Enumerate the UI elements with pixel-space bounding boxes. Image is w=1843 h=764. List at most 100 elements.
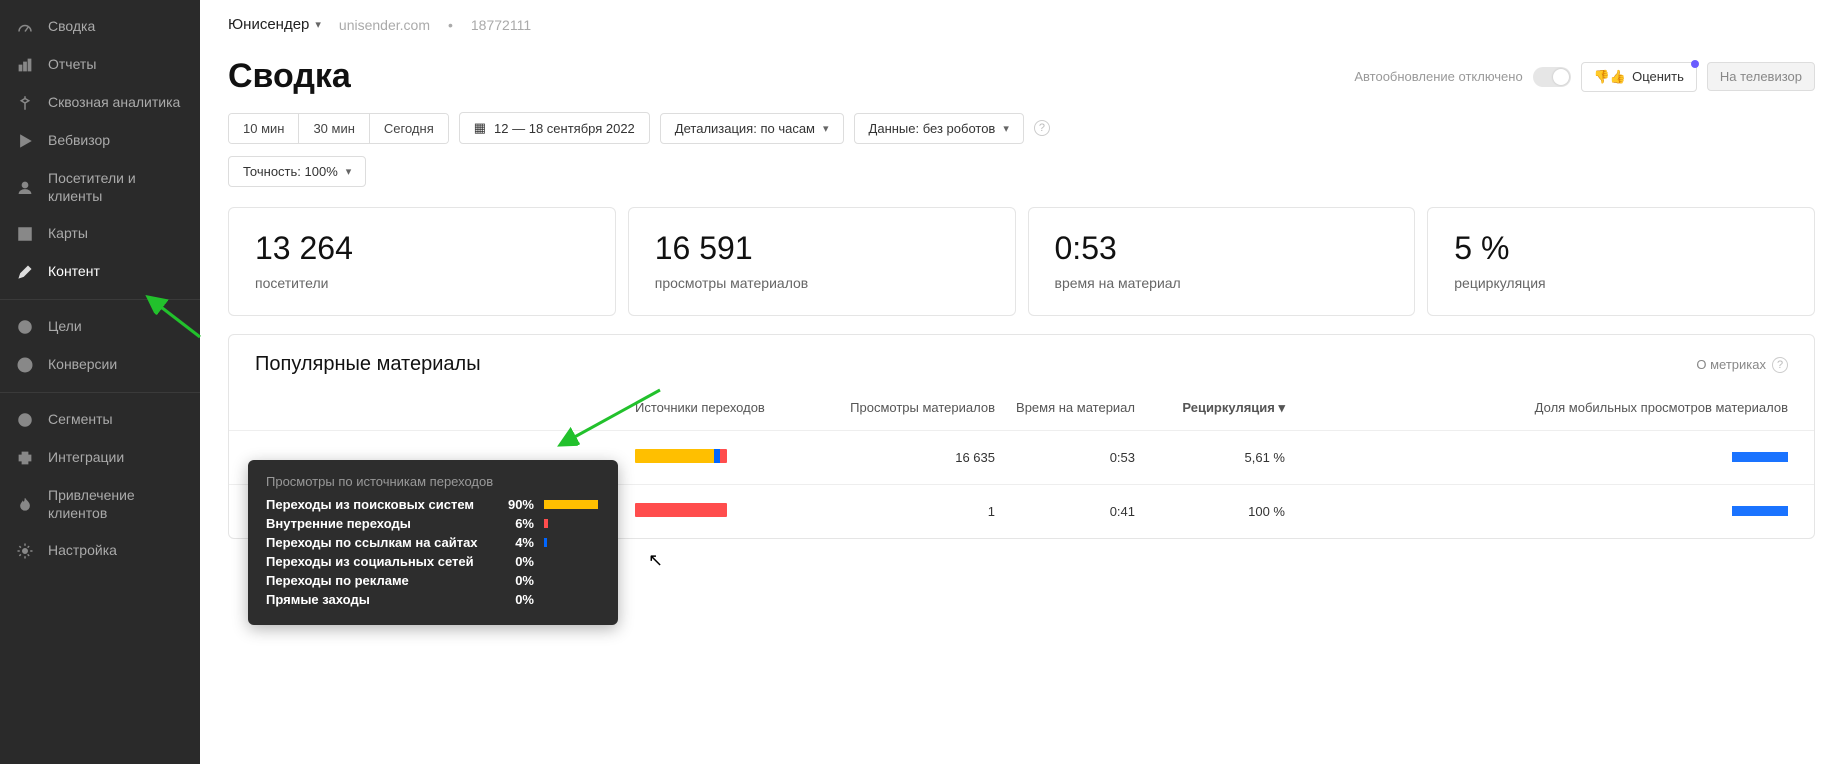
tooltip-percent: 6% xyxy=(498,516,534,531)
sidebar-item-label: Отчеты xyxy=(48,56,96,74)
tooltip-bar xyxy=(544,595,600,604)
mobile-bar xyxy=(1732,452,1788,462)
pencil-icon xyxy=(16,263,34,281)
puzzle-icon xyxy=(16,449,34,467)
col-mobile[interactable]: Доля мобильных просмотров материалов xyxy=(1508,400,1788,416)
range-30min[interactable]: 30 мин xyxy=(299,114,369,143)
funnel-icon xyxy=(16,94,34,112)
tooltip-bar xyxy=(544,576,600,585)
top-bar: Юнисендер ▾ unisender.com • 18772111 xyxy=(200,0,1843,33)
range-today[interactable]: Сегодня xyxy=(370,114,448,143)
date-range-picker[interactable]: ▦ 12 — 18 сентября 2022 xyxy=(459,112,650,144)
sidebar-item-segments[interactable]: Сегменты xyxy=(0,401,200,439)
sidebar-item-reports[interactable]: Отчеты xyxy=(0,46,200,84)
metric-value: 0:53 xyxy=(1055,230,1389,267)
title-bar: Сводка Автообновление отключено 👎👍 Оцени… xyxy=(200,33,1843,108)
metric-views[interactable]: 16 591 просмотры материалов xyxy=(628,207,1016,316)
play-icon xyxy=(16,132,34,150)
cell-mobile xyxy=(1508,450,1788,465)
metric-value: 13 264 xyxy=(255,230,589,267)
title-controls: Автообновление отключено 👎👍 Оценить На т… xyxy=(1354,62,1815,92)
sources-tooltip: Просмотры по источникам переходов Перехо… xyxy=(248,460,618,625)
sidebar-item-content[interactable]: Контент xyxy=(0,253,200,291)
tooltip-percent: 0% xyxy=(498,592,534,607)
sources-bar xyxy=(635,503,727,517)
tooltip-bar xyxy=(544,500,600,509)
sidebar-item-acquisition[interactable]: Привлечение клиентов xyxy=(0,477,200,532)
range-10min[interactable]: 10 мин xyxy=(229,114,299,143)
sidebar-item-visitors[interactable]: Посетители и клиенты xyxy=(0,160,200,215)
cell-recirc: 5,61 % xyxy=(1135,450,1285,465)
cell-views: 16 635 xyxy=(835,450,995,465)
sidebar-item-label: Интеграции xyxy=(48,449,124,467)
col-time[interactable]: Время на материал xyxy=(995,400,1135,416)
rate-button[interactable]: 👎👍 Оценить xyxy=(1581,62,1697,92)
sidebar-item-analytics[interactable]: Сквозная аналитика xyxy=(0,84,200,122)
notification-dot xyxy=(1691,60,1699,68)
tooltip-row: Переходы по рекламе0% xyxy=(266,573,600,588)
bar-chart-icon xyxy=(16,56,34,74)
thumbs-icon: 👎👍 xyxy=(1594,69,1626,85)
bullet: • xyxy=(448,17,453,33)
tooltip-bar xyxy=(544,519,600,528)
gear-icon xyxy=(16,542,34,560)
tooltip-title: Просмотры по источникам переходов xyxy=(266,474,600,489)
metric-value: 5 % xyxy=(1454,230,1788,267)
chevron-down-icon: ▾ xyxy=(1003,122,1009,135)
tv-button[interactable]: На телевизор xyxy=(1707,62,1815,91)
accuracy-select[interactable]: Точность: 100% ▾ xyxy=(228,156,366,187)
sidebar-item-label: Посетители и клиенты xyxy=(48,170,184,205)
annotation-arrow xyxy=(550,385,670,455)
sidebar-item-label: Привлечение клиентов xyxy=(48,487,184,522)
col-spacer xyxy=(1285,400,1508,416)
sidebar-item-webvisor[interactable]: Вебвизор xyxy=(0,122,200,160)
detail-select[interactable]: Детализация: по часам ▾ xyxy=(660,113,844,144)
sidebar-item-label: Настройка xyxy=(48,542,117,560)
data-filter-select[interactable]: Данные: без роботов ▾ xyxy=(854,113,1024,144)
tv-label: На телевизор xyxy=(1720,69,1802,84)
tooltip-source-name: Переходы из социальных сетей xyxy=(266,554,498,569)
tooltip-row: Переходы из социальных сетей0% xyxy=(266,554,600,569)
metric-label: посетители xyxy=(255,275,589,291)
col-views[interactable]: Просмотры материалов xyxy=(835,400,995,416)
user-icon xyxy=(16,179,34,197)
filter-row-2: Точность: 100% ▾ xyxy=(200,144,1843,199)
panel-header: Популярные материалы О метриках ? xyxy=(229,335,1814,400)
account-selector[interactable]: Юнисендер ▾ xyxy=(228,16,321,33)
tooltip-percent: 0% xyxy=(498,573,534,588)
about-metrics-link[interactable]: О метриках ? xyxy=(1696,357,1788,373)
metric-time[interactable]: 0:53 время на материал xyxy=(1028,207,1416,316)
sidebar-item-maps[interactable]: Карты xyxy=(0,215,200,253)
metric-recirc[interactable]: 5 % рециркуляция xyxy=(1427,207,1815,316)
tooltip-row: Прямые заходы0% xyxy=(266,592,600,607)
layout-icon xyxy=(16,225,34,243)
table-header: Источники переходов Просмотры материалов… xyxy=(229,400,1814,430)
metric-visitors[interactable]: 13 264 посетители xyxy=(228,207,616,316)
metric-cards: 13 264 посетители 16 591 просмотры матер… xyxy=(200,199,1843,316)
sidebar-item-integrations[interactable]: Интеграции xyxy=(0,439,200,477)
chevron-down-icon: ▾ xyxy=(315,18,321,31)
sidebar-item-label: Вебвизор xyxy=(48,132,110,150)
tooltip-row: Переходы по ссылкам на сайтах4% xyxy=(266,535,600,550)
sidebar-item-summary[interactable]: Сводка xyxy=(0,8,200,46)
cell-views: 1 xyxy=(835,504,995,519)
percent-icon xyxy=(16,356,34,374)
help-icon[interactable]: ? xyxy=(1034,120,1050,136)
cell-sources xyxy=(635,503,835,520)
tooltip-row: Переходы из поисковых систем90% xyxy=(266,497,600,512)
metric-label: просмотры материалов xyxy=(655,275,989,291)
col-recirc[interactable]: Рециркуляция ▾ xyxy=(1135,400,1285,416)
flame-icon xyxy=(16,496,34,514)
gauge-icon xyxy=(16,18,34,36)
rate-label: Оценить xyxy=(1632,69,1684,84)
data-filter-label: Данные: без роботов xyxy=(869,121,996,136)
sidebar-item-settings[interactable]: Настройка xyxy=(0,532,200,570)
sidebar-item-label: Конверсии xyxy=(48,356,117,374)
metric-label: рециркуляция xyxy=(1454,275,1788,291)
detail-label: Детализация: по часам xyxy=(675,121,815,136)
sidebar-item-conversions[interactable]: Конверсии xyxy=(0,346,200,384)
site-domain: unisender.com xyxy=(339,17,430,33)
counter-id: 18772111 xyxy=(471,17,531,33)
account-name: Юнисендер xyxy=(228,16,309,33)
autorefresh-toggle[interactable] xyxy=(1533,67,1571,87)
